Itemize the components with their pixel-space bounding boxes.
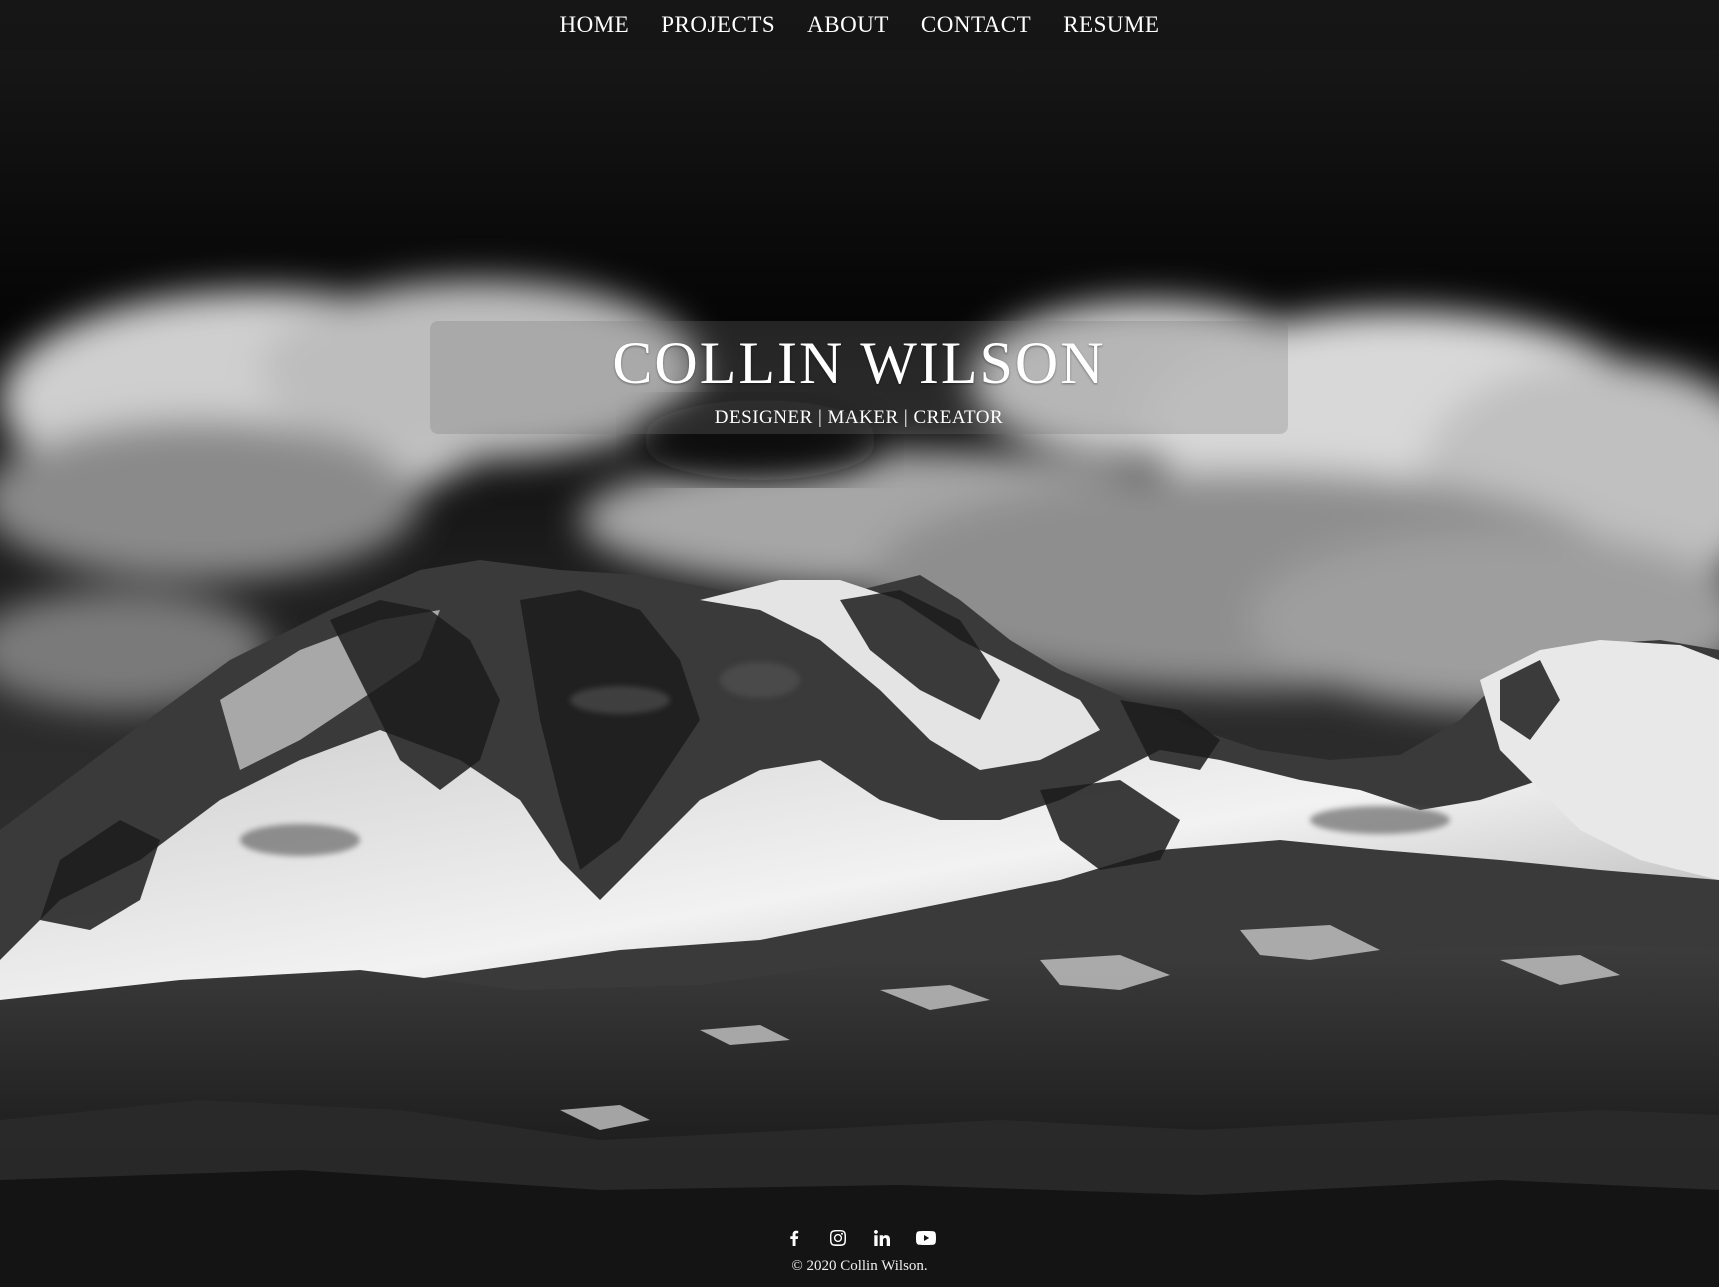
nav-contact-link[interactable]: CONTACT (921, 12, 1031, 38)
nav-home-link[interactable]: HOME (560, 12, 630, 38)
instagram-icon[interactable] (827, 1227, 849, 1249)
hero-title-card: COLLIN WILSON DESIGNER | MAKER | CREATOR (430, 321, 1288, 434)
nav-projects-link[interactable]: PROJECTS (661, 12, 775, 38)
youtube-icon[interactable] (915, 1227, 937, 1249)
copyright-text: © 2020 Collin Wilson. (791, 1258, 928, 1274)
social-links (0, 1226, 1719, 1250)
nav-resume-link[interactable]: RESUME (1063, 12, 1159, 38)
site-tagline: DESIGNER | MAKER | CREATOR (714, 407, 1004, 428)
linkedin-icon[interactable] (871, 1227, 893, 1249)
top-navigation-bar: HOME PROJECTS ABOUT CONTACT RESUME (0, 0, 1719, 50)
facebook-icon[interactable] (783, 1227, 805, 1249)
nav-about-link[interactable]: ABOUT (807, 12, 889, 38)
page-footer: © 2020 Collin Wilson. (0, 1226, 1719, 1275)
site-title: COLLIN WILSON (612, 330, 1106, 396)
hero-background-image (0, 0, 1719, 1287)
